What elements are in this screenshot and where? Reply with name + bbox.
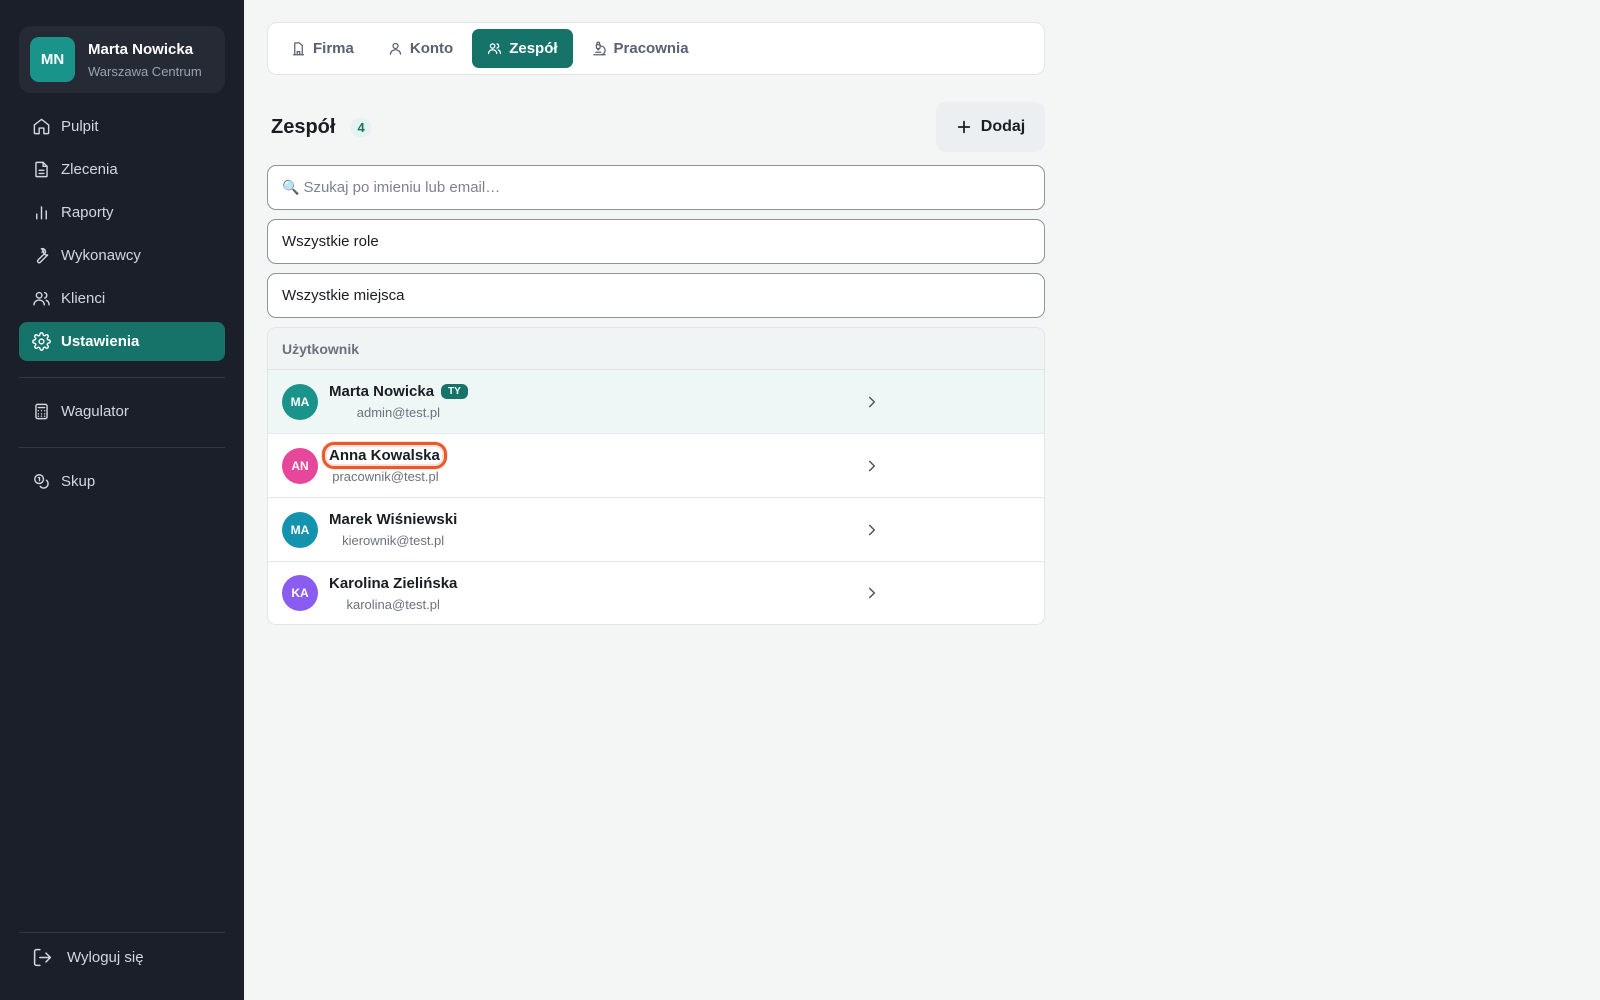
logout-icon: [33, 948, 52, 967]
role-filter-select[interactable]: Wszystkie role: [267, 219, 1045, 264]
sidebar-divider: [19, 377, 225, 378]
tab-firma[interactable]: Firma: [276, 29, 369, 68]
tab-label: Firma: [313, 40, 354, 57]
add-member-button[interactable]: Dodaj: [936, 102, 1045, 152]
profile-location: Warszawa Centrum: [88, 63, 202, 79]
sidebar-item-wagulator[interactable]: Wagulator: [19, 392, 225, 431]
sidebar-item-label: Ustawienia: [61, 333, 140, 350]
sidebar-item-label: Wykonawcy: [61, 247, 141, 264]
sidebar-item-skup[interactable]: Skup: [19, 462, 225, 501]
member-email: kierownik@test.pl: [342, 533, 445, 548]
page-title: Zespół: [271, 115, 336, 138]
bar-chart-icon: [36, 206, 47, 220]
plus-icon: [957, 120, 970, 134]
home-icon: [33, 118, 50, 135]
settings-tabs: Firma Konto Zespół Pracownia: [267, 22, 1045, 75]
table-row[interactable]: MA Marta Nowicka TY admin@test.pl: [268, 370, 1044, 434]
sidebar-nav: Pulpit Zlecenia Raporty Wykonawcy Klienc…: [19, 107, 225, 505]
gear-icon: [32, 332, 51, 351]
wrench-icon: [36, 247, 49, 264]
member-email: admin@test.pl: [356, 405, 441, 420]
member-email: pracownik@test.pl: [332, 469, 439, 484]
search-input[interactable]: [303, 179, 1030, 196]
tab-label: Zespół: [509, 40, 558, 57]
avatar: MA: [282, 383, 318, 420]
sidebar-item-label: Skup: [61, 473, 96, 490]
users-icon: [33, 291, 50, 306]
search-field[interactable]: 🔍: [267, 165, 1045, 210]
member-name: Marek Wiśniewski: [329, 511, 458, 528]
users-icon: [488, 43, 502, 55]
place-filter-value: Wszystkie miejsca: [282, 287, 405, 304]
you-badge: TY: [441, 384, 468, 399]
sidebar-item-label: Wagulator: [61, 403, 129, 420]
logout-label: Wyloguj się: [67, 949, 144, 966]
sidebar-item-label: Pulpit: [61, 118, 99, 135]
logout-button[interactable]: Wyloguj się: [19, 932, 225, 968]
coins-icon: [34, 474, 49, 489]
sidebar-item-label: Raporty: [61, 204, 114, 221]
calculator-icon: [35, 403, 48, 420]
sidebar-item-klienci[interactable]: Klienci: [19, 279, 225, 318]
tab-label: Konto: [409, 40, 454, 57]
sidebar: MN Marta Nowicka Warszawa Centrum Pulpit…: [0, 0, 244, 1000]
tab-pracownia[interactable]: Pracownia: [577, 29, 704, 68]
avatar: AN: [282, 447, 318, 484]
sidebar-item-raporty[interactable]: Raporty: [19, 193, 225, 232]
main-content: Firma Konto Zespół Pracownia Zespół 4 Do…: [244, 0, 1600, 1000]
tab-konto[interactable]: Konto: [373, 29, 468, 68]
sidebar-item-zlecenia[interactable]: Zlecenia: [19, 150, 225, 189]
avatar: MN: [30, 37, 75, 82]
chevron-right-icon: [868, 460, 876, 471]
add-member-label: Dodaj: [980, 118, 1026, 135]
table-row[interactable]: AN Anna Kowalska pracownik@test.pl: [268, 434, 1044, 498]
document-icon: [35, 161, 48, 178]
sidebar-item-ustawienia[interactable]: Ustawienia: [19, 322, 225, 361]
member-email: karolina@test.pl: [346, 596, 440, 612]
member-name: Karolina Zielińska: [329, 574, 458, 592]
member-name: Marta Nowicka: [329, 383, 435, 400]
sidebar-divider: [19, 447, 225, 448]
count-badge: 4: [351, 117, 371, 137]
tab-label: Pracownia: [613, 40, 689, 57]
member-name[interactable]: Anna Kowalska: [322, 442, 447, 469]
chevron-right-icon: [868, 396, 876, 407]
user-icon: [389, 42, 401, 55]
profile-card[interactable]: MN Marta Nowicka Warszawa Centrum: [19, 26, 225, 93]
profile-name: Marta Nowicka: [88, 40, 194, 58]
tab-zespol[interactable]: Zespół: [472, 29, 573, 68]
avatar: MA: [282, 511, 318, 548]
column-header-user: Użytkownik: [282, 340, 360, 357]
team-table: Użytkownik MA Marta Nowicka TY admin@tes…: [267, 327, 1045, 625]
chevron-right-icon: [868, 524, 876, 535]
app: MN Marta Nowicka Warszawa Centrum Pulpit…: [0, 0, 1600, 1000]
table-header: Użytkownik: [268, 328, 1044, 370]
role-filter-value: Wszystkie role: [282, 233, 379, 250]
sidebar-item-label: Klienci: [61, 290, 106, 307]
table-row[interactable]: KA Karolina Zielińska karolina@test.pl: [268, 562, 1044, 624]
building-icon: [292, 42, 305, 56]
search-icon: 🔍: [282, 179, 300, 195]
avatar: KA: [282, 575, 318, 611]
sidebar-item-label: Zlecenia: [61, 161, 118, 178]
place-filter-select[interactable]: Wszystkie miejsca: [267, 273, 1045, 318]
sidebar-item-pulpit[interactable]: Pulpit: [19, 107, 225, 146]
microscope-icon: [592, 41, 606, 56]
chevron-right-icon: [868, 587, 876, 599]
sidebar-item-wykonawcy[interactable]: Wykonawcy: [19, 236, 225, 275]
section-header: Zespół 4 Dodaj: [267, 102, 1045, 152]
table-row[interactable]: MA Marek Wiśniewski kierownik@test.pl: [268, 498, 1044, 562]
